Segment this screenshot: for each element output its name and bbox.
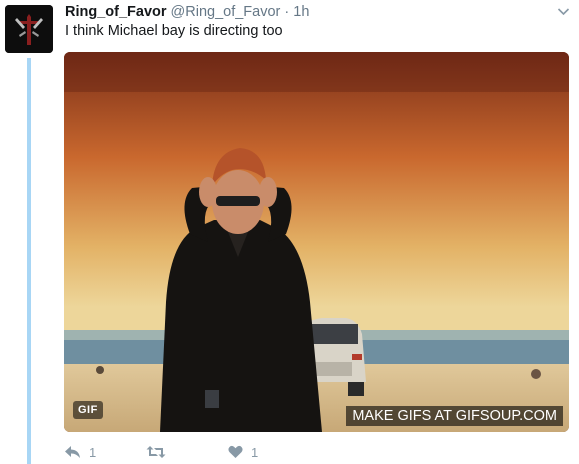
tweet-actions: 1 1 [64, 441, 364, 463]
display-name[interactable]: Ring_of_Favor [65, 4, 167, 20]
watermark-text: MAKE GIFS AT GIFSOUP.COM [346, 406, 563, 426]
separator: · [284, 4, 290, 20]
like-count: 1 [251, 444, 259, 460]
gif-badge: GIF [73, 401, 103, 419]
retweet-icon [146, 446, 166, 458]
tweet-text: I think Michael bay is directing too [65, 23, 283, 39]
gif-frame [64, 52, 569, 432]
heart-icon [228, 445, 243, 458]
retweet-button[interactable] [146, 441, 174, 463]
tweet-header: Ring_of_Favor @Ring_of_Favor · 1h [65, 4, 309, 20]
reply-icon [65, 446, 80, 458]
avatar[interactable] [5, 5, 53, 53]
user-handle[interactable]: @Ring_of_Favor [171, 4, 281, 20]
gif-media[interactable]: GIF MAKE GIFS AT GIFSOUP.COM [64, 52, 569, 432]
chevron-down-icon[interactable] [557, 5, 570, 18]
reply-button[interactable]: 1 [64, 441, 96, 463]
cross-emblem-icon [5, 5, 53, 53]
like-button[interactable]: 1 [228, 441, 258, 463]
thread-line [27, 58, 31, 464]
reply-count: 1 [89, 444, 97, 460]
timestamp[interactable]: 1h [293, 4, 309, 20]
